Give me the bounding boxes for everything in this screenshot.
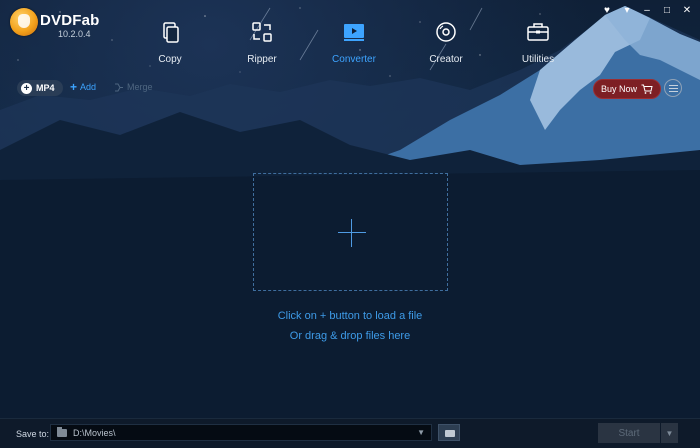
- app-name: DVDFab: [40, 12, 100, 29]
- buy-now-button[interactable]: Buy Now: [593, 79, 661, 99]
- merge-icon: [115, 83, 123, 91]
- add-button[interactable]: + Add: [70, 80, 97, 94]
- converter-icon: [344, 24, 364, 41]
- module-nav: Copy Ripper Converter Creator Utilities: [124, 20, 584, 70]
- cart-icon: [641, 84, 653, 94]
- save-path-field[interactable]: D:\Movies\ ▼: [50, 424, 432, 441]
- save-to-label: Save to:: [16, 429, 50, 439]
- maximize-icon[interactable]: □: [660, 3, 674, 17]
- add-profile-icon: +: [21, 82, 32, 94]
- load-file-plus-icon: [338, 232, 366, 233]
- app-version: 10.2.0.4: [58, 29, 91, 39]
- merge-button[interactable]: Merge: [114, 82, 153, 92]
- window-controls: ♥ ▾ – □ ✕: [600, 3, 694, 17]
- start-button[interactable]: Start: [598, 423, 660, 443]
- menu-icon: [668, 84, 678, 92]
- nav-converter-label: Converter: [332, 54, 376, 65]
- nav-creator[interactable]: Creator: [400, 20, 492, 70]
- nav-copy[interactable]: Copy: [124, 20, 216, 70]
- utilities-toolbox-icon: [527, 23, 549, 41]
- buy-now-label: Buy Now: [600, 84, 637, 94]
- minimize-icon[interactable]: –: [640, 3, 654, 17]
- save-path-value: D:\Movies\: [73, 428, 116, 438]
- nav-creator-label: Creator: [429, 54, 463, 65]
- dvdfab-logo-icon: [10, 8, 38, 36]
- start-options-dropdown[interactable]: ▼: [661, 423, 678, 443]
- folder-icon: [57, 427, 67, 437]
- plus-icon: +: [70, 80, 78, 94]
- close-icon[interactable]: ✕: [680, 3, 694, 17]
- heart-icon[interactable]: ♥: [600, 3, 614, 17]
- bottom-bar: Save to: D:\Movies\ ▼ Start ▼: [0, 418, 700, 448]
- browse-folder-button[interactable]: [438, 424, 460, 441]
- copy-icon: [163, 22, 179, 43]
- nav-utilities[interactable]: Utilities: [492, 20, 584, 70]
- dvdfab-logo: DVDFab 10.2.0.4: [10, 8, 110, 42]
- add-label: Add: [80, 82, 97, 92]
- dropdown-icon[interactable]: ▾: [620, 3, 634, 17]
- ripper-icon: [252, 22, 272, 42]
- menu-button[interactable]: [664, 79, 682, 97]
- output-profile-label: MP4: [36, 83, 55, 93]
- nav-utilities-label: Utilities: [521, 54, 555, 65]
- nav-copy-label: Copy: [158, 54, 182, 65]
- creator-disc-icon: [436, 22, 456, 42]
- nav-converter[interactable]: Converter: [308, 20, 400, 70]
- drop-hint-line1: Click on + button to load a file: [277, 310, 423, 322]
- merge-label: Merge: [127, 82, 153, 92]
- output-profile-button[interactable]: + MP4: [17, 80, 63, 96]
- nav-ripper-label: Ripper: [247, 54, 277, 65]
- chevron-down-icon[interactable]: ▼: [417, 428, 425, 437]
- drop-hint-line2: Or drag & drop files here: [289, 330, 411, 342]
- file-drop-zone[interactable]: [253, 173, 448, 291]
- nav-ripper[interactable]: Ripper: [216, 20, 308, 70]
- load-file-plus-icon-vertical: [351, 219, 352, 247]
